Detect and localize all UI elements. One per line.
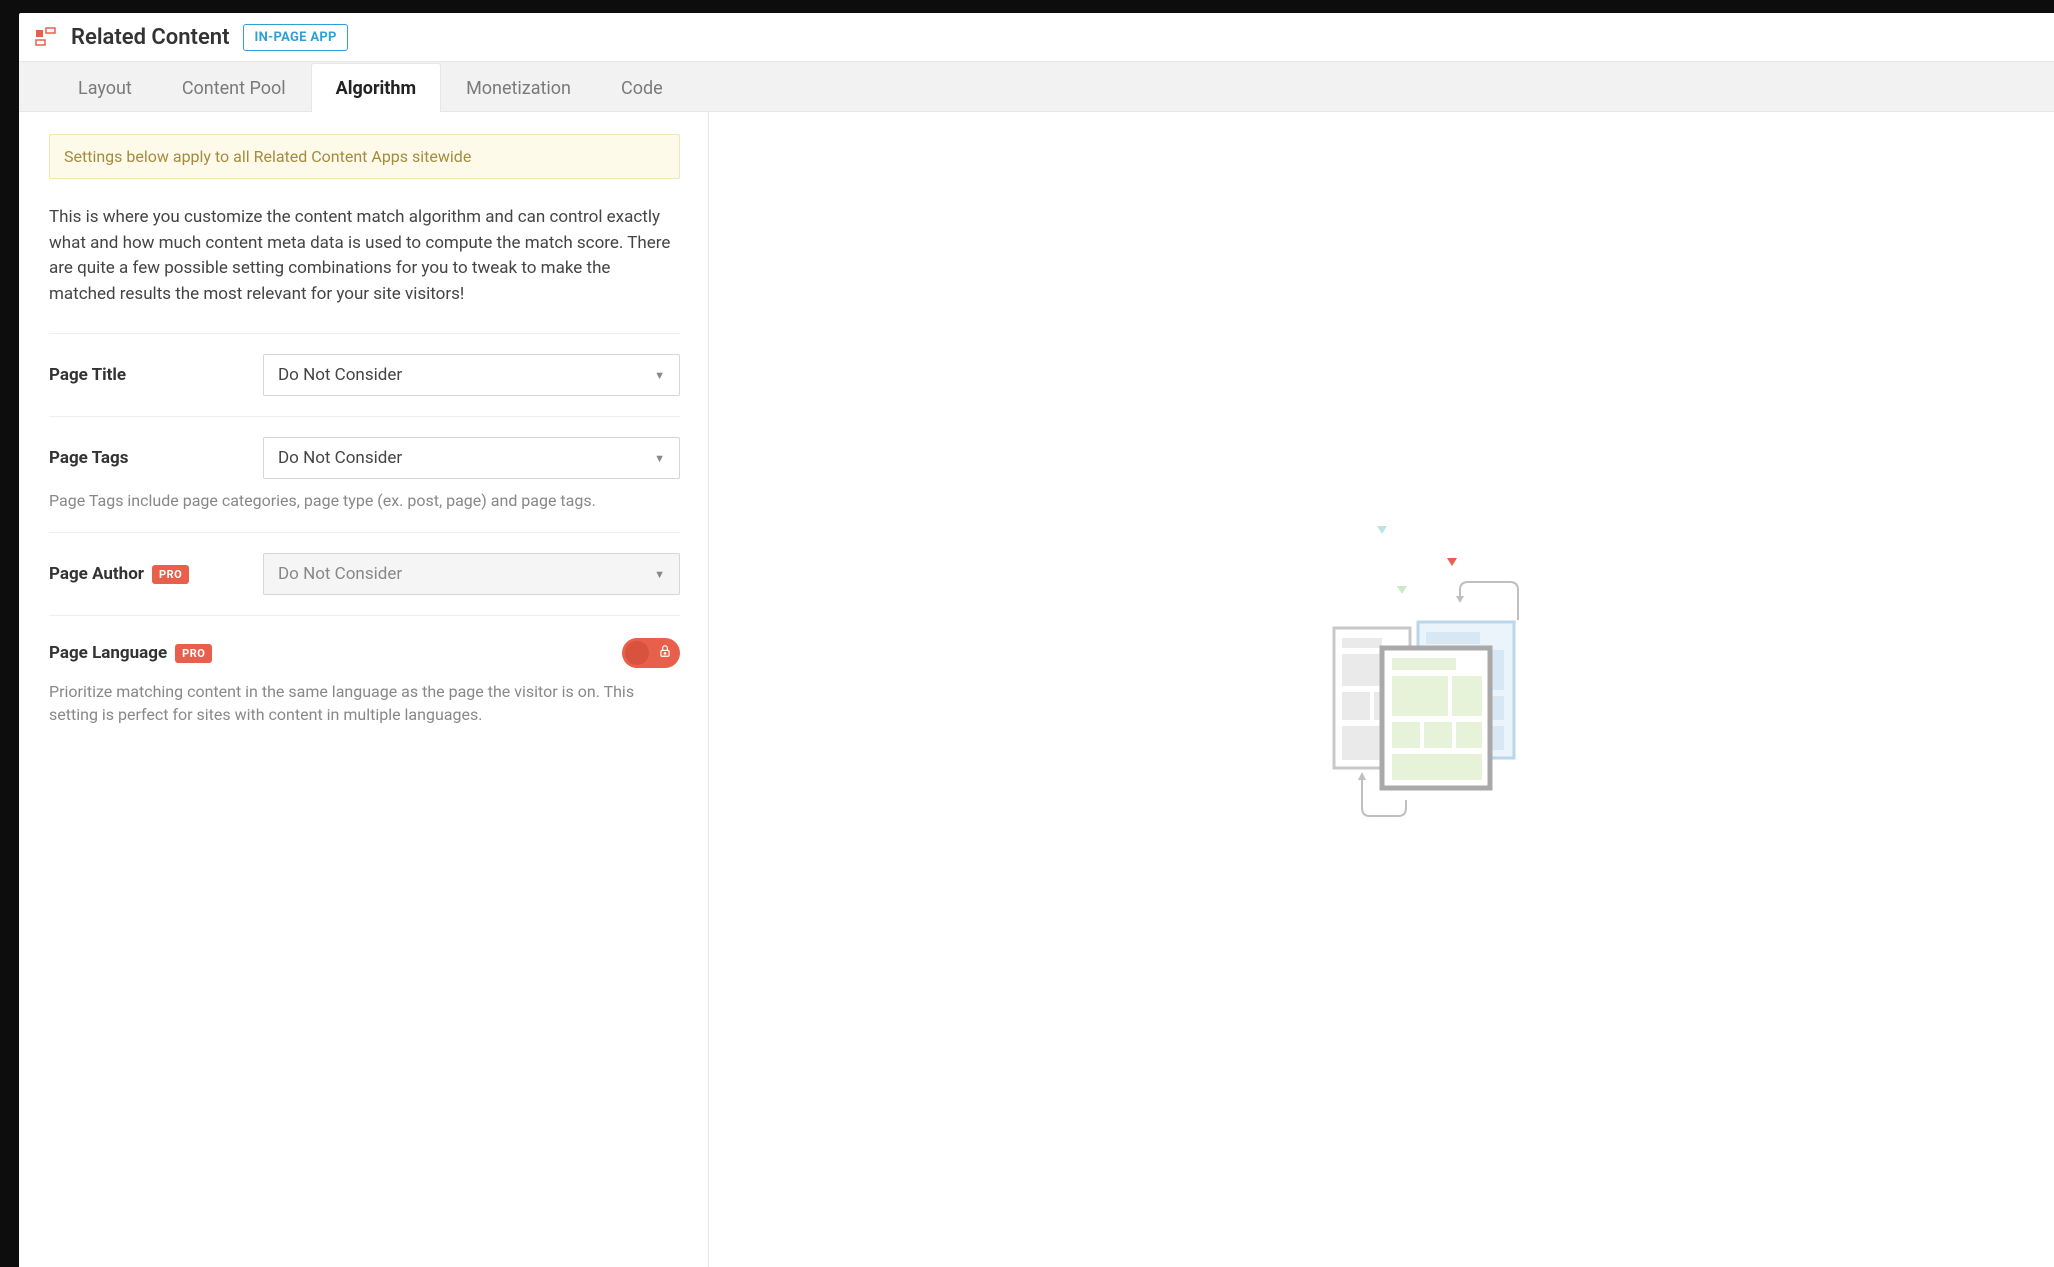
tab-bar: Layout Content Pool Algorithm Monetizati… [19,62,2054,112]
app-type-badge: IN-PAGE APP [243,24,347,51]
tab-layout[interactable]: Layout [53,63,157,112]
caret-down-icon: ▼ [654,568,665,581]
algorithm-intro: This is where you customize the content … [49,205,680,307]
page-title: Related Content [71,25,229,50]
select-page-tags[interactable]: Do Not Consider ▼ [263,437,680,479]
help-page-tags: Page Tags include page categories, page … [49,489,680,512]
label-page-author-text: Page Author [49,564,144,584]
select-page-title[interactable]: Do Not Consider ▼ [263,354,680,396]
app-header: Related Content IN-PAGE APP [19,13,2054,62]
select-page-tags-value: Do Not Consider [278,448,402,468]
tab-content-pool[interactable]: Content Pool [157,63,311,112]
field-page-language: Page Language PRO [49,615,680,746]
label-page-author: Page Author PRO [49,564,239,584]
toggle-knob [625,641,649,665]
tab-code[interactable]: Code [596,63,688,112]
select-page-author-value: Do Not Consider [278,564,402,584]
label-page-title: Page Title [49,365,239,385]
select-page-author: Do Not Consider ▼ [263,553,680,595]
tab-algorithm[interactable]: Algorithm [311,63,441,112]
field-page-author: Page Author PRO Do Not Consider ▼ [49,532,680,615]
field-header-page-language: Page Language PRO [49,638,680,668]
pro-badge: PRO [175,644,212,663]
tab-monetization[interactable]: Monetization [441,63,596,112]
preview-panel [709,112,2054,1267]
toggle-page-language[interactable] [622,638,680,668]
label-page-language-text: Page Language [49,643,167,663]
select-page-title-value: Do Not Consider [278,365,402,385]
app-shell: Related Content IN-PAGE APP Layout Conte… [19,13,2054,1267]
settings-panel: Settings below apply to all Related Cont… [19,112,709,1267]
sitewide-notice: Settings below apply to all Related Cont… [49,134,680,179]
help-page-language: Prioritize matching content in the same … [49,680,680,726]
label-page-language: Page Language PRO [49,643,212,663]
related-content-icon [35,27,57,49]
content-row: Settings below apply to all Related Cont… [19,112,2054,1267]
lock-icon [658,644,672,662]
caret-down-icon: ▼ [654,452,665,465]
label-page-tags: Page Tags [49,448,239,468]
layout-preview-illustration [1242,520,1522,860]
caret-down-icon: ▼ [654,369,665,382]
pro-badge: PRO [152,565,189,584]
field-page-tags: Page Tags Do Not Consider ▼ [49,416,680,499]
field-page-title: Page Title Do Not Consider ▼ [49,333,680,416]
